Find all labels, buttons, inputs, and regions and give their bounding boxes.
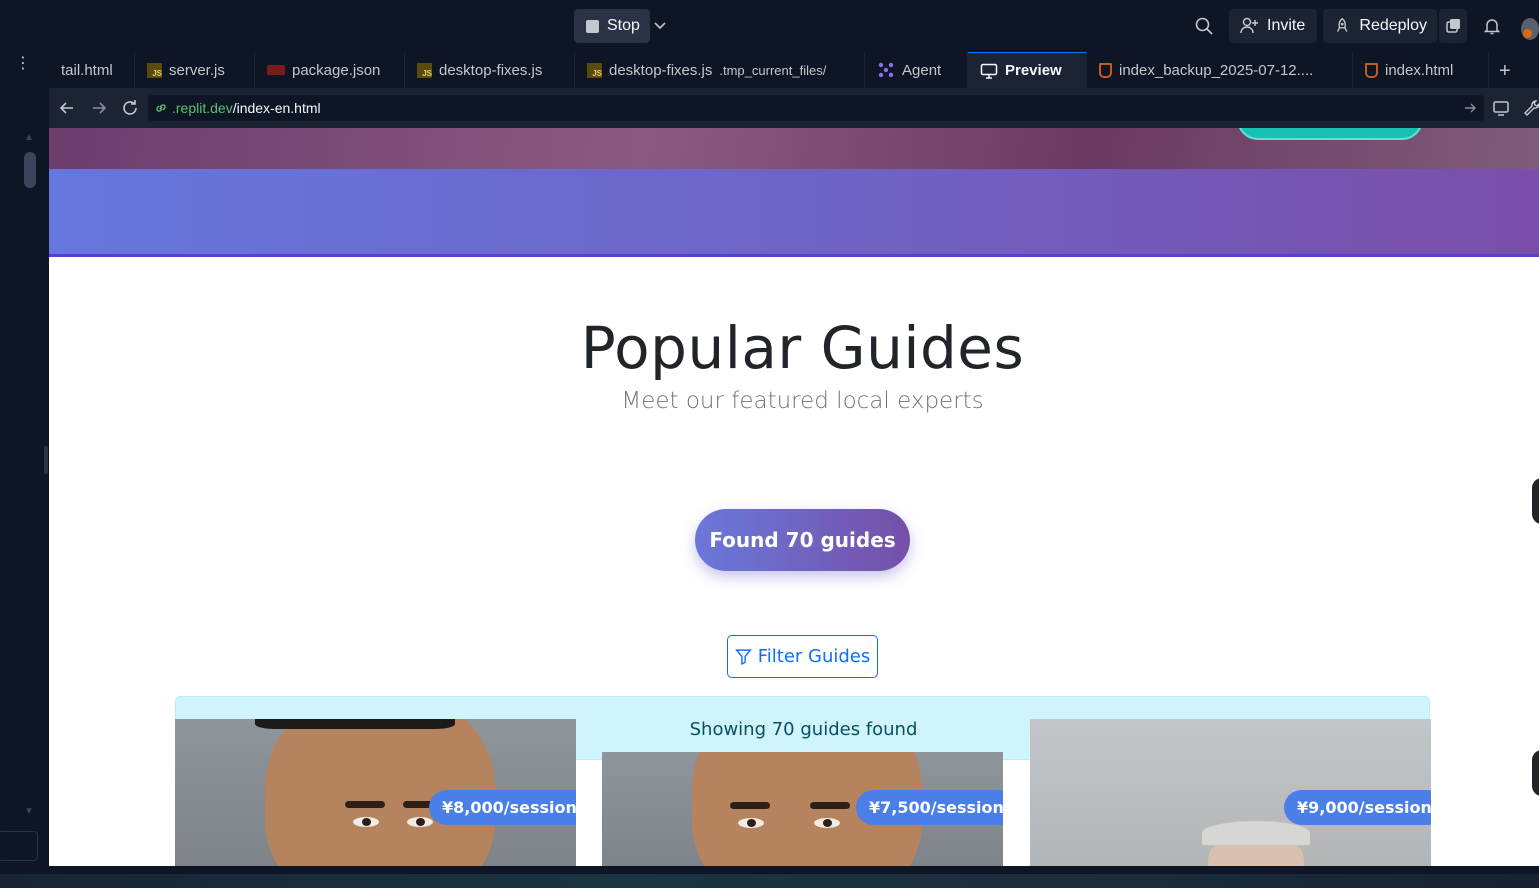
filter-label: Filter Guides <box>757 646 871 667</box>
invite-button[interactable]: Invite <box>1229 9 1317 43</box>
tab-package-json[interactable]: package.json <box>255 52 405 88</box>
redeploy-button[interactable]: Redeploy <box>1323 9 1437 43</box>
price-badge: ¥8,000/session <box>429 790 576 825</box>
link-icon <box>156 104 166 112</box>
editor-tabs: tail.html JS server.js package.json JS d… <box>49 52 1539 88</box>
page-subtitle: Meet our featured local experts <box>621 388 984 414</box>
add-user-icon <box>1240 17 1258 34</box>
tab-label: desktop-fixes.js <box>439 61 543 79</box>
url-field[interactable]: .replit.dev /index-en.html <box>148 95 1484 121</box>
tab-index-html[interactable]: index.html <box>1353 52 1489 88</box>
tab-index-backup[interactable]: index_backup_2025-07-12.... <box>1087 52 1353 88</box>
guide-eye <box>814 818 840 828</box>
tab-label: index_backup_2025-07-12.... <box>1119 61 1314 79</box>
guide-brow <box>810 802 850 809</box>
stop-label: Stop <box>607 17 640 34</box>
tab-sublabel: .tmp_current_files/ <box>719 62 827 78</box>
floating-widget[interactable] <box>1532 750 1539 796</box>
guide-hair <box>1202 821 1310 845</box>
js-file-icon: JS <box>587 62 602 78</box>
devices-icon[interactable] <box>1492 98 1512 118</box>
page-title: Popular Guides <box>580 314 1025 382</box>
floating-widget[interactable] <box>1532 478 1539 524</box>
more-options-icon[interactable]: ⋮ <box>15 56 31 72</box>
filter-guides-button[interactable]: Filter Guides <box>727 635 878 678</box>
tab-label: Agent <box>902 61 942 79</box>
scroll-down-arrow-icon[interactable]: ▼ <box>24 806 34 817</box>
scroll-up-arrow-icon[interactable]: ▲ <box>24 132 34 143</box>
copy-button[interactable] <box>1439 9 1467 43</box>
js-file-icon: JS <box>417 62 432 78</box>
guide-eye <box>353 817 379 827</box>
stop-icon <box>586 19 599 33</box>
tab-preview[interactable]: Preview <box>968 52 1087 88</box>
url-domain: .replit.dev <box>172 100 233 116</box>
redeploy-label: Redeploy <box>1359 17 1427 34</box>
filter-icon <box>734 649 752 665</box>
new-tab-icon[interactable]: + <box>1499 60 1511 83</box>
top-bar: Stop Invite Redeploy <box>0 0 1539 52</box>
forward-arrow-icon[interactable] <box>89 98 109 118</box>
resize-handle[interactable] <box>44 446 48 474</box>
go-arrow-icon[interactable] <box>1462 100 1478 116</box>
wrench-icon[interactable] <box>1522 98 1539 118</box>
tab-desktop-fixes[interactable]: JS desktop-fixes.js <box>405 52 575 88</box>
guide-brow <box>345 801 385 808</box>
monitor-icon <box>980 63 998 79</box>
preview-viewport: Popular Guides Meet our featured local e… <box>49 128 1539 866</box>
reload-icon[interactable] <box>120 98 140 118</box>
stop-button[interactable]: Stop <box>574 9 650 43</box>
search-icon[interactable] <box>1194 16 1214 36</box>
left-panel-box[interactable] <box>0 831 38 861</box>
price-badge: ¥9,000/session <box>1284 790 1431 825</box>
avatar[interactable] <box>1521 18 1539 40</box>
tab-label: index.html <box>1385 61 1454 79</box>
scrollbar-thumb[interactable] <box>24 152 36 188</box>
tab-tail-html[interactable]: tail.html <box>49 52 135 88</box>
rocket-icon <box>1336 17 1348 32</box>
found-guides-button[interactable]: Found 70 guides <box>695 509 910 571</box>
bell-icon[interactable] <box>1482 16 1502 36</box>
gradient-band <box>49 169 1539 257</box>
guide-card[interactable]: ¥8,000/session <box>175 719 576 866</box>
html-file-icon <box>1099 62 1112 78</box>
taskbar <box>0 874 1539 888</box>
hero-cta-button[interactable] <box>1237 128 1423 140</box>
invite-label: Invite <box>1267 17 1306 34</box>
js-file-icon: JS <box>147 62 162 78</box>
copy-icon <box>1446 19 1460 33</box>
guide-eye <box>407 817 433 827</box>
package-icon <box>267 65 285 75</box>
guide-card[interactable]: ¥9,000/session <box>1030 719 1431 866</box>
chevron-down-icon[interactable] <box>652 17 668 33</box>
price-badge: ¥7,500/session <box>856 790 1003 825</box>
tab-label: tail.html <box>61 61 113 79</box>
tab-server-js[interactable]: JS server.js <box>135 52 255 88</box>
agent-icon <box>878 62 894 78</box>
guide-eye <box>738 818 764 828</box>
status-dot <box>1523 29 1532 38</box>
tab-label: Preview <box>1005 62 1062 79</box>
guide-brow <box>730 802 770 809</box>
tab-label: desktop-fixes.js <box>609 61 713 79</box>
url-path: /index-en.html <box>232 100 321 116</box>
tab-desktop-fixes-tmp[interactable]: JS desktop-fixes.js .tmp_current_files/ <box>575 52 865 88</box>
guide-card[interactable]: ¥7,500/session <box>602 752 1003 866</box>
back-arrow-icon[interactable] <box>57 98 77 118</box>
guide-hair <box>255 719 455 729</box>
tab-label: package.json <box>292 61 381 79</box>
tab-label: server.js <box>169 61 225 79</box>
html-file-icon <box>1365 62 1378 78</box>
tab-agent[interactable]: Agent <box>865 52 968 88</box>
